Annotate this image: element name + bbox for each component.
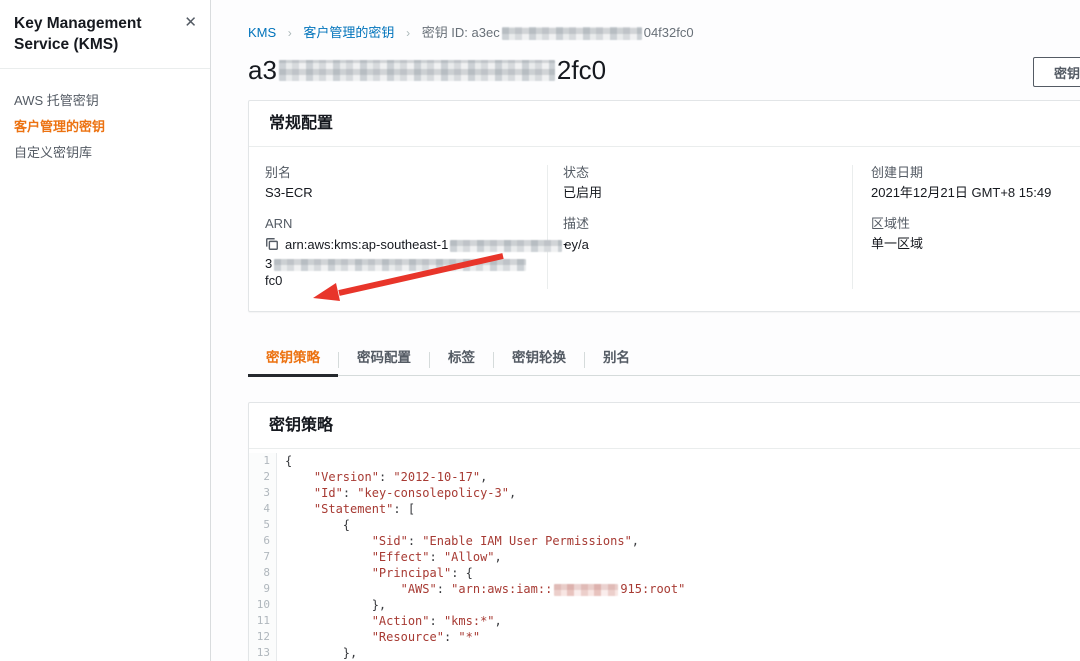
sidebar-title: Key Management Service (KMS) [14, 15, 142, 53]
line-number: 2 [249, 469, 277, 485]
policy-code-editor[interactable]: 1{2 "Version": "2012-10-17", 3 "Id": "key… [249, 449, 1080, 661]
tab-key-rotation[interactable]: 密钥轮换 [494, 340, 584, 375]
general-col-3: 创建日期 2021年12月21日 GMT+8 15:49 区域性 单一区域 [852, 165, 1080, 289]
kms-sidebar: Key Management Service (KMS) ✕ AWS 托管密钥 … [0, 0, 211, 661]
general-config-card: 常规配置 别名 S3-ECR ARN arn:aws:kms:ap-southe… [248, 100, 1080, 312]
code-line: 7 "Effect": "Allow", [249, 549, 1080, 565]
arn-value-line2: 3fc0 [265, 255, 531, 289]
general-config-fields: 别名 S3-ECR ARN arn:aws:kms:ap-southeast-1… [249, 147, 1080, 311]
field-creation-date: 创建日期 2021年12月21日 GMT+8 15:49 [871, 165, 1080, 201]
page-title: a3 2fc0 [248, 54, 1080, 86]
tab-tags[interactable]: 标签 [430, 340, 493, 375]
page-title-suffix: 2fc0 [556, 55, 607, 85]
line-number: 8 [249, 565, 277, 581]
breadcrumb: KMS › 客户管理的密钥 › 密钥 ID: a3ec 04f32fc0 [212, 0, 1080, 41]
line-number: 6 [249, 533, 277, 549]
code-line: 1{ [249, 453, 1080, 469]
line-number: 5 [249, 517, 277, 533]
field-label: 区域性 [871, 216, 911, 231]
chevron-right-icon: › [406, 26, 411, 40]
code-line: 11 "Action": "kms:*", [249, 613, 1080, 629]
arn-value-line1: arn:aws:kms:ap-southeast-1 ey/a [285, 237, 589, 252]
field-label: 创建日期 [871, 165, 924, 180]
key-detail-tabs: 密钥策略 密码配置 标签 密钥轮换 别名 [248, 340, 1080, 377]
field-description: 描述 - [563, 216, 836, 252]
code-line: 6 "Sid": "Enable IAM User Permissions", [249, 533, 1080, 549]
close-icon[interactable]: ✕ [184, 15, 197, 30]
line-number: 4 [249, 501, 277, 517]
code-line: 4 "Statement": [ [249, 501, 1080, 517]
code-line: 10 }, [249, 597, 1080, 613]
line-number: 9 [249, 581, 277, 597]
general-config-title: 常规配置 [249, 101, 1080, 147]
sidebar-item-aws-managed-keys[interactable]: AWS 托管密钥 [0, 88, 210, 114]
line-number: 1 [249, 453, 277, 469]
field-value: - [563, 236, 568, 251]
field-label: ARN [265, 216, 293, 231]
general-col-2: 状态 已启用 描述 - [547, 165, 852, 289]
status-value: 已启用 [563, 185, 603, 200]
line-number: 3 [249, 485, 277, 501]
redaction-mosaic [274, 258, 527, 271]
field-label: 别名 [265, 165, 292, 180]
code-line: 8 "Principal": { [249, 565, 1080, 581]
line-number: 12 [249, 629, 277, 645]
tab-key-policy[interactable]: 密钥策略 [248, 340, 338, 377]
breadcrumb-link-customer-keys[interactable]: 客户管理的密钥 [303, 25, 394, 40]
line-number: 11 [249, 613, 277, 629]
sidebar-nav: AWS 托管密钥 客户管理的密钥 自定义密钥库 [0, 69, 210, 185]
redaction-mosaic [450, 239, 563, 252]
line-number: 13 [249, 645, 277, 661]
sidebar-header: Key Management Service (KMS) ✕ [0, 0, 210, 68]
field-value: S3-ECR [265, 185, 313, 200]
key-policy-title: 密钥策略 [249, 403, 1080, 449]
redaction-mosaic [554, 583, 619, 596]
field-label: 状态 [563, 165, 590, 180]
key-policy-card: 密钥策略 1{2 "Version": "2012-10-17", 3 "Id":… [248, 402, 1080, 661]
code-line: 12 "Resource": "*" [249, 629, 1080, 645]
copy-icon[interactable] [265, 237, 279, 255]
redaction-mosaic [278, 59, 555, 81]
field-value: 单一区域 [871, 236, 924, 251]
main-content: KMS › 客户管理的密钥 › 密钥 ID: a3ec 04f32fc0 a3 2… [212, 0, 1080, 661]
line-number: 10 [249, 597, 277, 613]
breadcrumb-link-kms[interactable]: KMS [248, 25, 276, 40]
code-line: 2 "Version": "2012-10-17", [249, 469, 1080, 485]
code-line: 3 "Id": "key-consolepolicy-3", [249, 485, 1080, 501]
general-col-1: 别名 S3-ECR ARN arn:aws:kms:ap-southeast-1… [249, 165, 589, 289]
field-label: 描述 [563, 216, 590, 231]
sidebar-item-customer-managed-keys[interactable]: 客户管理的密钥 [0, 114, 210, 140]
field-status: 状态 已启用 [563, 165, 836, 201]
chevron-right-icon: › [287, 26, 292, 40]
field-alias: 别名 S3-ECR [265, 165, 531, 201]
page-title-prefix: a3 [248, 55, 277, 85]
code-lines: 1{2 "Version": "2012-10-17", 3 "Id": "key… [249, 453, 1080, 661]
tab-cryptographic-config[interactable]: 密码配置 [339, 340, 429, 375]
field-arn: ARN arn:aws:kms:ap-southeast-1 ey/a 3fc0 [265, 216, 589, 289]
breadcrumb-current-suffix: 04f32fc0 [643, 25, 694, 40]
code-line: 5 { [249, 517, 1080, 533]
code-line: 9 "AWS": "arn:aws:iam:: 915:root" [249, 581, 1080, 597]
redaction-mosaic [501, 27, 642, 41]
field-value: 2021年12月21日 GMT+8 15:49 [871, 185, 1052, 200]
field-regionality: 区域性 单一区域 [871, 216, 1080, 252]
key-actions-button[interactable]: 密钥操作 [1033, 57, 1080, 87]
breadcrumb-current-prefix: 密钥 ID: a3ec [421, 25, 500, 40]
line-number: 7 [249, 549, 277, 565]
code-line: 13 }, [249, 645, 1080, 661]
sidebar-item-custom-key-stores[interactable]: 自定义密钥库 [0, 140, 210, 166]
tab-aliases[interactable]: 别名 [585, 340, 648, 375]
